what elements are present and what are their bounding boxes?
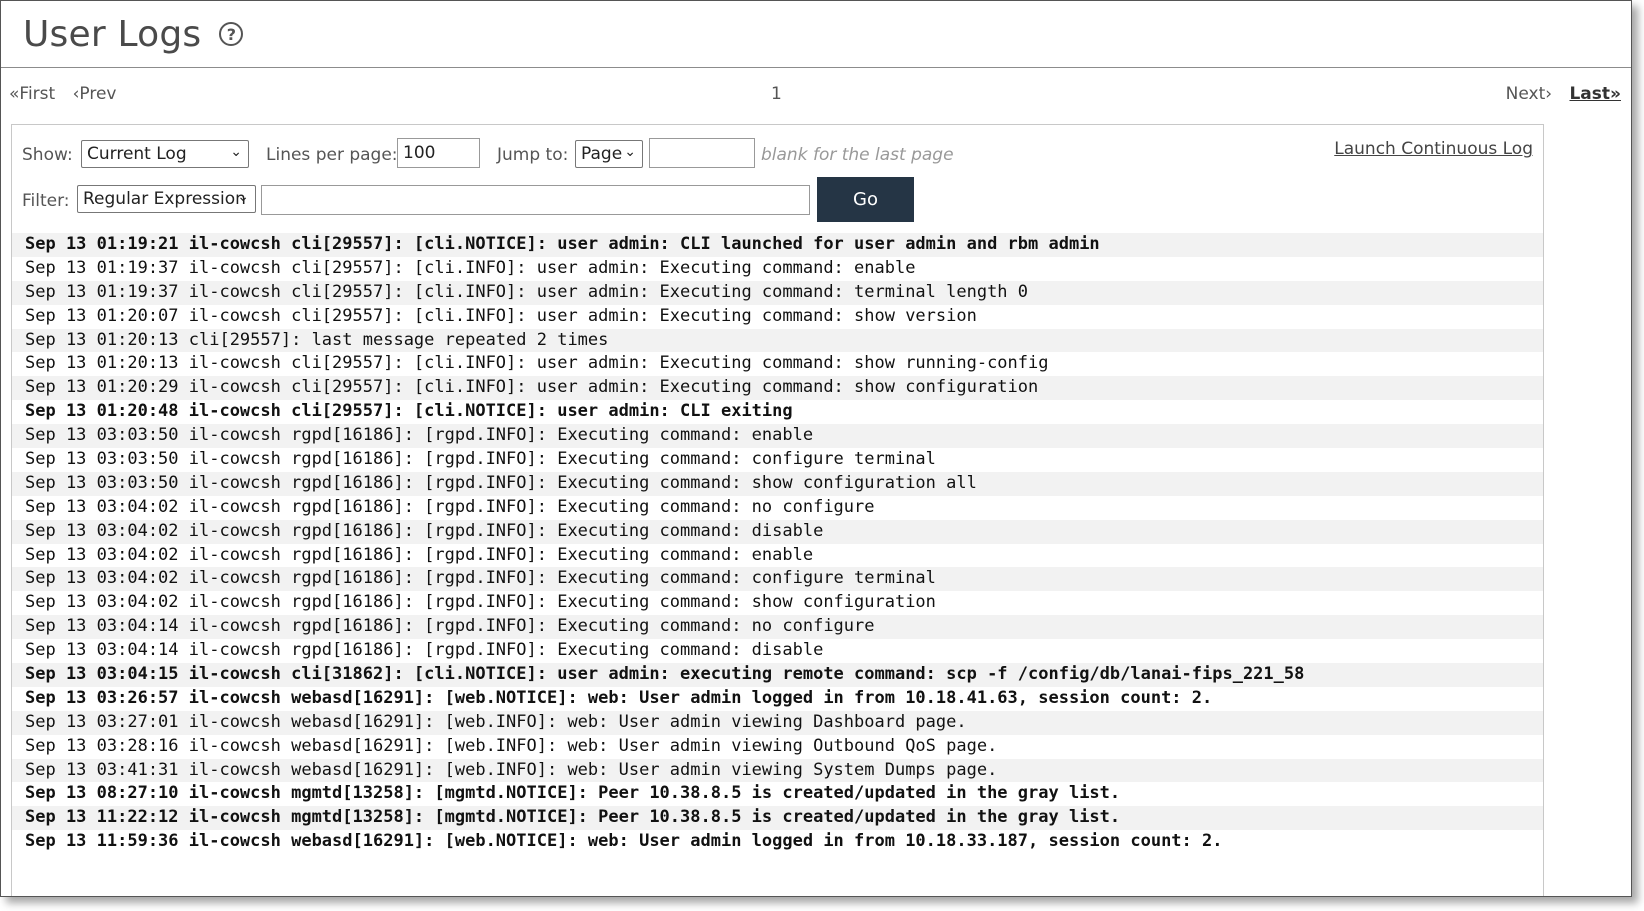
pagination-bar: «First ‹Prev 1 Next› Last» xyxy=(1,68,1631,122)
show-label: Show: xyxy=(22,145,73,165)
log-line: Sep 13 03:04:14 il-cowcsh rgpd[16186]: [… xyxy=(12,615,1543,640)
log-line: Sep 13 01:20:29 il-cowcsh cli[29557]: [c… xyxy=(12,376,1543,401)
log-line: Sep 13 01:19:37 il-cowcsh cli[29557]: [c… xyxy=(12,280,1543,305)
log-line: Sep 13 03:26:57 il-cowcsh webasd[16291]:… xyxy=(25,687,1213,708)
launch-continuous-log-link[interactable]: Launch Continuous Log xyxy=(1334,139,1533,159)
go-button[interactable]: Go xyxy=(817,177,914,222)
filter-type-value: Regular Expression xyxy=(83,189,246,209)
log-line: Sep 13 08:27:10 il-cowcsh mgmtd[13258]: … xyxy=(25,783,1121,804)
question-circle-icon[interactable]: ? xyxy=(219,22,244,46)
jump-to-select-value: Page xyxy=(581,144,623,164)
filter-label: Filter: xyxy=(22,191,70,211)
log-line: Sep 13 03:04:02 il-cowcsh rgpd[16186]: [… xyxy=(25,496,875,517)
page-title: User Logs xyxy=(23,13,202,55)
log-line: Sep 13 03:04:15 il-cowcsh cli[31862]: [c… xyxy=(12,663,1543,687)
log-line: Sep 13 11:22:12 il-cowcsh mgmtd[13258]: … xyxy=(12,806,1543,831)
log-line: Sep 13 01:20:48 il-cowcsh cli[29557]: [c… xyxy=(25,401,793,422)
prev-page-link[interactable]: ‹Prev xyxy=(73,84,117,104)
log-line: Sep 13 03:04:02 il-cowcsh rgpd[16186]: [… xyxy=(12,519,1543,544)
log-line: Sep 13 01:19:21 il-cowcsh cli[29557]: [c… xyxy=(12,233,1543,257)
log-line: Sep 13 01:20:13 cli[29557]: last message… xyxy=(12,328,1543,353)
log-line: Sep 13 03:27:01 il-cowcsh webasd[16291]:… xyxy=(12,710,1543,735)
jump-to-page-input[interactable] xyxy=(649,138,755,168)
lines-per-page-input[interactable] xyxy=(397,138,480,168)
last-page-link[interactable]: Last» xyxy=(1569,84,1621,104)
first-page-link[interactable]: «First xyxy=(9,84,55,104)
log-line: Sep 13 03:03:50 il-cowcsh rgpd[16186]: [… xyxy=(12,424,1543,449)
filter-type-select[interactable]: Regular Expression ⌄ xyxy=(77,185,256,213)
log-line: Sep 13 01:20:07 il-cowcsh cli[29557]: [c… xyxy=(25,305,977,326)
lines-per-page-label: Lines per page: xyxy=(266,145,398,165)
log-line: Sep 13 01:19:37 il-cowcsh cli[29557]: [c… xyxy=(25,257,916,278)
log-controls: Show: Current Log ⌄ Lines per page: Jump… xyxy=(12,125,1543,233)
log-line: Sep 13 11:59:36 il-cowcsh webasd[16291]:… xyxy=(25,831,1223,852)
jump-to-select[interactable]: Page ⌄ xyxy=(575,140,643,168)
log-line: Sep 13 03:03:50 il-cowcsh rgpd[16186]: [… xyxy=(25,449,936,470)
user-logs-window: User Logs ? «First ‹Prev 1 Next› Last» S… xyxy=(0,0,1632,897)
log-line: Sep 13 03:28:16 il-cowcsh webasd[16291]:… xyxy=(25,735,998,756)
log-line: Sep 13 03:04:02 il-cowcsh rgpd[16186]: [… xyxy=(25,544,814,565)
log-line: Sep 13 03:04:02 il-cowcsh rgpd[16186]: [… xyxy=(12,567,1543,592)
current-page-number: 1 xyxy=(771,84,782,104)
show-select-value: Current Log xyxy=(87,144,187,164)
next-page-link[interactable]: Next› xyxy=(1506,84,1552,104)
show-select[interactable]: Current Log ⌄ xyxy=(81,140,249,168)
jump-to-hint: blank for the last page xyxy=(761,145,954,165)
log-line: Sep 13 01:20:13 il-cowcsh cli[29557]: [c… xyxy=(25,353,1049,374)
log-lines: Sep 13 01:19:21 il-cowcsh cli[29557]: [c… xyxy=(12,233,1543,854)
log-line: Sep 13 03:04:02 il-cowcsh rgpd[16186]: [… xyxy=(25,592,936,613)
jump-to-label: Jump to: xyxy=(497,145,569,165)
page-header: User Logs ? xyxy=(1,1,1631,68)
log-line: Sep 13 03:03:50 il-cowcsh rgpd[16186]: [… xyxy=(12,471,1543,496)
filter-input[interactable] xyxy=(261,185,810,215)
chevron-down-icon: ⌄ xyxy=(237,189,249,205)
chevron-down-icon: ⌄ xyxy=(230,144,242,160)
log-line: Sep 13 03:04:14 il-cowcsh rgpd[16186]: [… xyxy=(25,640,824,661)
chevron-down-icon: ⌄ xyxy=(624,144,636,160)
log-line: Sep 13 03:41:31 il-cowcsh webasd[16291]:… xyxy=(12,758,1543,783)
log-panel: Show: Current Log ⌄ Lines per page: Jump… xyxy=(11,124,1544,896)
